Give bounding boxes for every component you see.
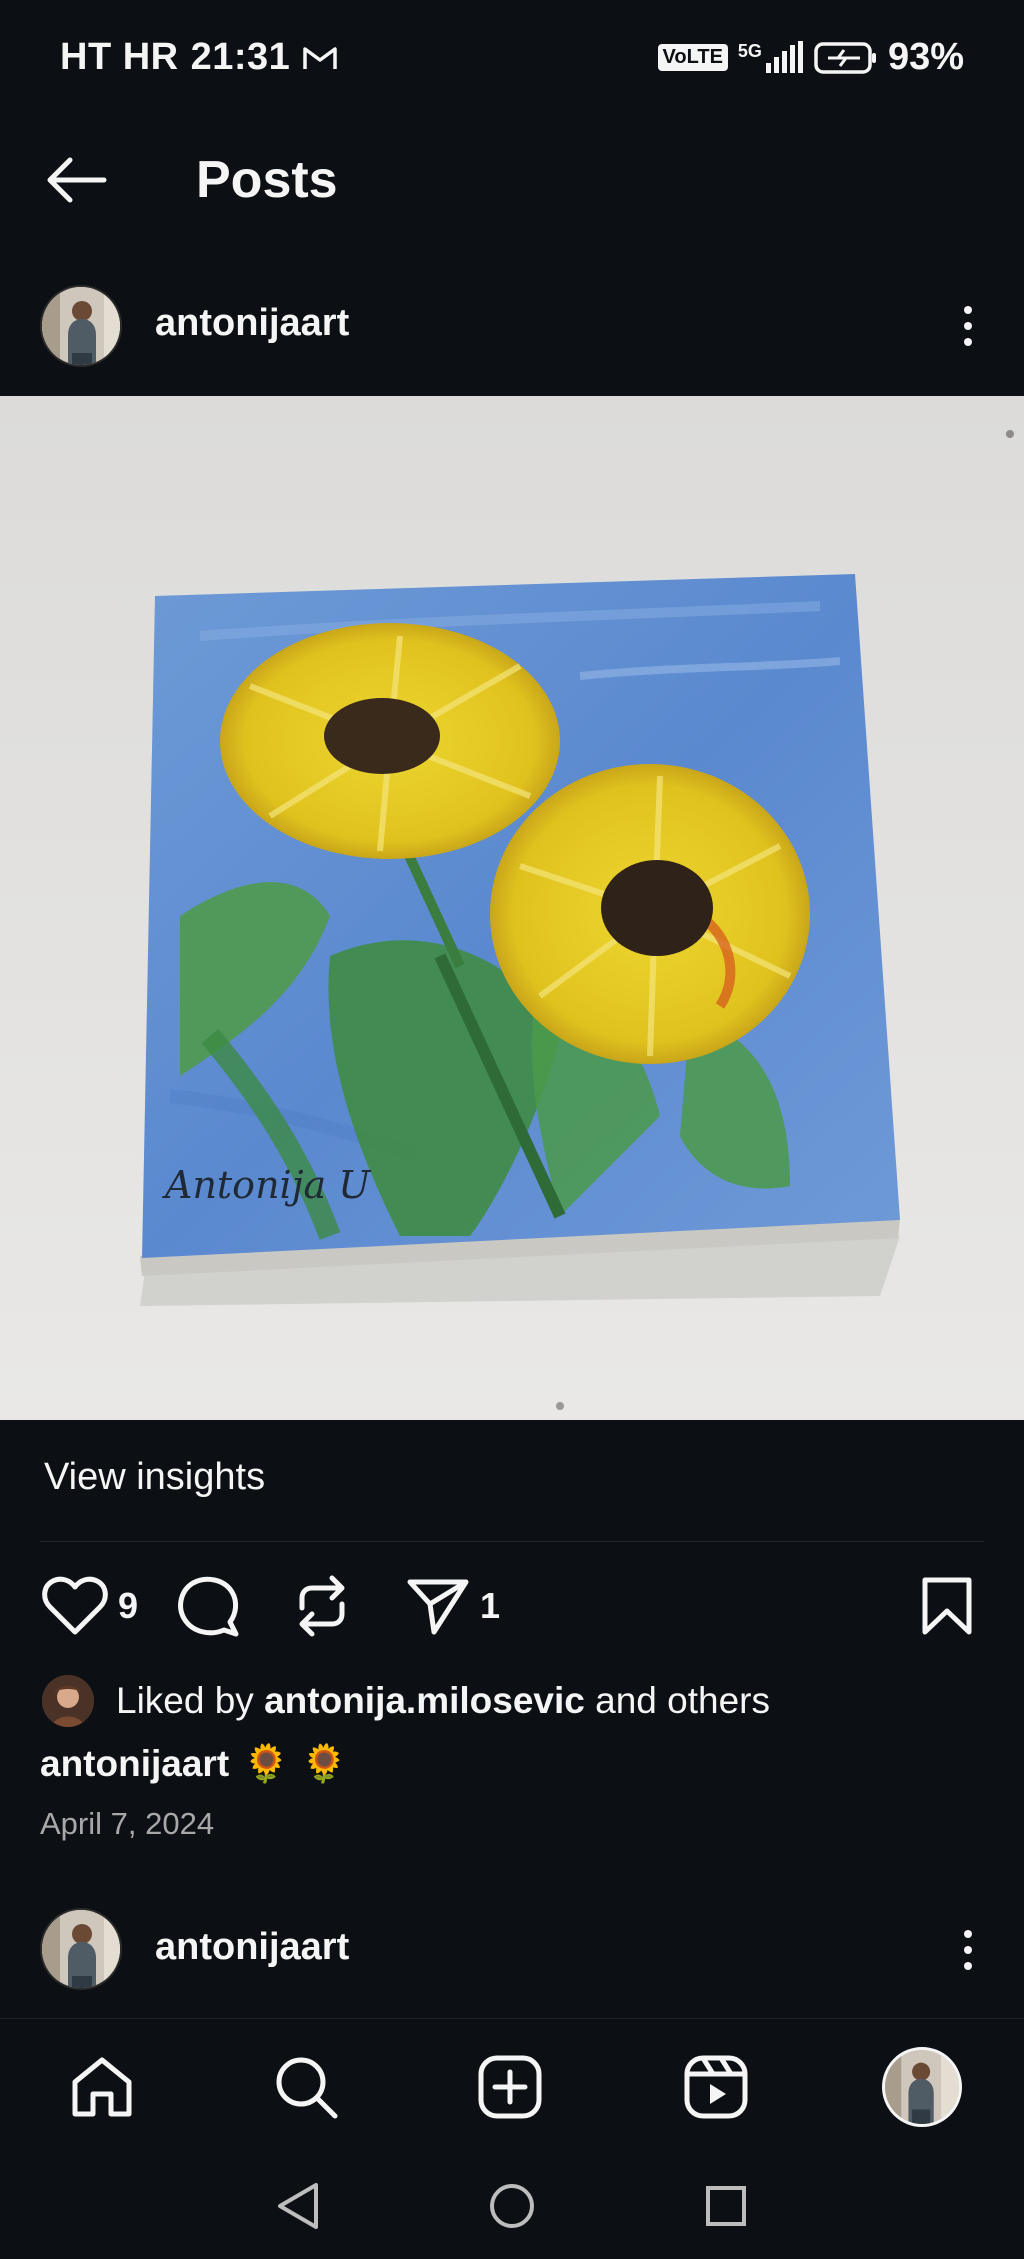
post-header: antonijaart (0, 270, 1024, 382)
profile-nav-avatar (882, 2047, 962, 2127)
system-recents-button[interactable] (696, 2176, 756, 2236)
caption-username[interactable]: antonijaart (40, 1743, 229, 1785)
more-dot-icon (964, 1946, 972, 1954)
system-home-button[interactable] (482, 2176, 542, 2236)
battery-percent: 93% (887, 36, 964, 78)
circle-home-icon (490, 2184, 534, 2228)
share-action[interactable]: 1 (406, 1572, 500, 1640)
back-arrow-icon (47, 157, 107, 203)
nav-profile[interactable] (882, 2047, 962, 2127)
top-header: Posts (0, 120, 1024, 240)
carrier-label: HT HR (60, 36, 179, 78)
repost-icon (299, 1575, 345, 1637)
caption-text: 🌻 🌻 (243, 1742, 348, 1785)
nav-create[interactable] (470, 2047, 550, 2127)
post-image[interactable]: Antonija U (0, 396, 1024, 1420)
square-recents-icon (706, 2186, 746, 2226)
sunflower-painting-image: Antonija U (0, 396, 1024, 1420)
status-right: VoLTE 5G 93% (657, 36, 964, 79)
more-options-button[interactable] (948, 1920, 988, 1980)
send-icon (407, 1579, 469, 1635)
triangle-back-icon (278, 2183, 318, 2229)
more-dot-icon (964, 322, 972, 330)
painting-signature: Antonija U (162, 1163, 372, 1207)
search-icon (276, 2057, 338, 2119)
bookmark-icon (922, 1577, 972, 1635)
like-action[interactable]: 9 (42, 1572, 138, 1640)
comment-action[interactable] (176, 1572, 240, 1640)
post-caption: antonijaart 🌻 🌻 (40, 1742, 347, 1786)
profile-avatar[interactable] (40, 285, 122, 367)
volte-badge: VoLTE (657, 44, 728, 71)
network-type: 5G (737, 40, 762, 61)
share-count[interactable]: 1 (480, 1585, 500, 1627)
profile-avatar[interactable] (40, 1908, 122, 1990)
signal-icon: 5G (737, 40, 804, 75)
post-actions: 9 1 (0, 1568, 1024, 1644)
more-dot-icon (964, 1962, 972, 1970)
more-dot-icon (964, 1930, 972, 1938)
home-icon (72, 2057, 132, 2117)
view-insights-link[interactable]: View insights (44, 1456, 265, 1499)
liked-by-suffix[interactable]: and others (595, 1680, 770, 1722)
nav-reels[interactable] (676, 2047, 756, 2127)
status-bar: HT HR 21:31 VoLTE 5G 93% (0, 0, 1024, 120)
system-back-button[interactable] (268, 2176, 328, 2236)
avatar-photo-icon (42, 287, 120, 365)
heart-icon (42, 1576, 108, 1635)
repost-action[interactable] (292, 1572, 352, 1640)
system-nav-bar (0, 2152, 1024, 2259)
post-date: April 7, 2024 (40, 1806, 215, 1841)
avatar-photo-icon (42, 1910, 120, 1988)
nav-search[interactable] (266, 2047, 346, 2127)
liked-by-prefix: Liked by (116, 1680, 254, 1721)
status-left: HT HR 21:31 (60, 36, 338, 79)
post-username[interactable]: antonijaart (155, 302, 349, 345)
bottom-nav (0, 2018, 1024, 2152)
more-dot-icon (964, 338, 972, 346)
clock: 21:31 (190, 36, 291, 78)
back-button[interactable] (40, 150, 112, 210)
gmail-icon (302, 44, 338, 72)
divider (40, 1541, 984, 1542)
more-dot-icon (964, 306, 972, 314)
reels-icon (684, 2055, 748, 2119)
add-post-icon (478, 2055, 542, 2119)
nav-home[interactable] (62, 2047, 142, 2127)
avatar-photo-icon (885, 2050, 959, 2124)
comment-icon (178, 1576, 239, 1637)
page-title: Posts (196, 151, 338, 209)
like-count[interactable]: 9 (118, 1585, 138, 1627)
liker-avatar[interactable] (42, 1675, 94, 1727)
next-post-username[interactable]: antonijaart (155, 1926, 349, 1969)
liker-photo-icon (42, 1675, 94, 1727)
more-options-button[interactable] (948, 296, 988, 356)
save-action[interactable] (920, 1572, 974, 1640)
battery-icon (814, 41, 878, 75)
next-post-header: antonijaart (0, 1900, 1024, 2012)
liked-by-username[interactable]: antonija.milosevic (264, 1680, 585, 1722)
liked-by-row[interactable]: Liked by antonija.milosevic and others (42, 1673, 770, 1729)
